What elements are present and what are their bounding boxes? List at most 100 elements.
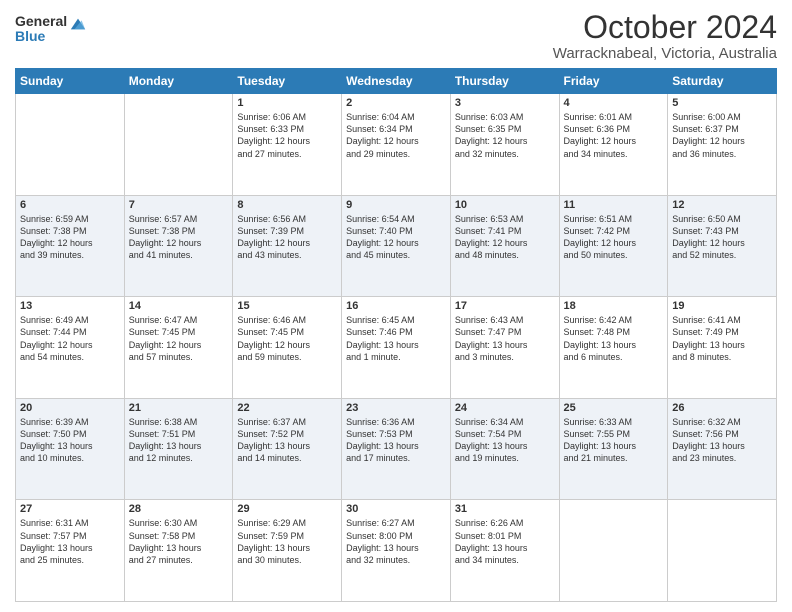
table-cell: 4Sunrise: 6:01 AM Sunset: 6:36 PM Daylig… bbox=[559, 94, 668, 196]
day-info: Sunrise: 6:38 AM Sunset: 7:51 PM Dayligh… bbox=[129, 417, 202, 463]
table-cell bbox=[16, 94, 125, 196]
calendar-table: Sunday Monday Tuesday Wednesday Thursday… bbox=[15, 68, 777, 602]
logo-icon bbox=[69, 15, 87, 33]
day-number: 18 bbox=[564, 300, 664, 312]
month-title: October 2024 bbox=[553, 10, 777, 45]
logo-blue-text: Blue bbox=[15, 29, 67, 44]
table-cell: 21 Sunrise: 6:38 AM Sunset: 7:51 PM Dayli… bbox=[124, 398, 233, 500]
day-info: Sunrise: 6:37 AM Sunset: 7:52 PM Dayligh… bbox=[237, 417, 310, 463]
day-info: Sunrise: 6:33 AM Sunset: 7:55 PM Dayligh… bbox=[564, 417, 637, 463]
day-info: Sunrise: 6:43 AM Sunset: 7:47 PM Dayligh… bbox=[455, 315, 528, 361]
table-cell: 25 Sunrise: 6:33 AM Sunset: 7:55 PM Dayli… bbox=[559, 398, 668, 500]
day-number: 21 bbox=[129, 402, 229, 414]
table-cell: 20Sunrise: 6:39 AM Sunset: 7:50 PM Dayli… bbox=[16, 398, 125, 500]
day-number: 22 bbox=[237, 402, 337, 414]
day-number: 20 bbox=[20, 402, 120, 414]
day-number: 24 bbox=[455, 402, 555, 414]
day-info: Sunrise: 6:31 AM Sunset: 7:57 PM Dayligh… bbox=[20, 518, 93, 564]
logo-general-text: General bbox=[15, 14, 67, 29]
day-number: 31 bbox=[455, 503, 555, 515]
table-cell bbox=[668, 500, 777, 602]
day-number: 11 bbox=[564, 199, 664, 211]
title-section: October 2024 Warracknabeal, Victoria, Au… bbox=[553, 10, 777, 62]
day-info: Sunrise: 6:03 AM Sunset: 6:35 PM Dayligh… bbox=[455, 112, 528, 158]
day-number: 23 bbox=[346, 402, 446, 414]
day-number: 1 bbox=[237, 97, 337, 109]
table-cell: 10Sunrise: 6:53 AM Sunset: 7:41 PM Dayli… bbox=[450, 195, 559, 297]
calendar-page: General Blue October 2024 Warracknabeal,… bbox=[0, 0, 792, 612]
table-cell: 19 Sunrise: 6:41 AM Sunset: 7:49 PM Dayli… bbox=[668, 297, 777, 399]
calendar-week-row: 13 Sunrise: 6:49 AM Sunset: 7:44 PM Dayli… bbox=[16, 297, 777, 399]
header-monday: Monday bbox=[124, 69, 233, 94]
table-cell: 31 Sunrise: 6:26 AM Sunset: 8:01 PM Dayli… bbox=[450, 500, 559, 602]
day-number: 19 bbox=[672, 300, 772, 312]
table-cell: 27 Sunrise: 6:31 AM Sunset: 7:57 PM Dayli… bbox=[16, 500, 125, 602]
day-number: 3 bbox=[455, 97, 555, 109]
header-thursday: Thursday bbox=[450, 69, 559, 94]
day-info: Sunrise: 6:41 AM Sunset: 7:49 PM Dayligh… bbox=[672, 315, 745, 361]
day-number: 30 bbox=[346, 503, 446, 515]
day-number: 14 bbox=[129, 300, 229, 312]
day-info: Sunrise: 6:06 AM Sunset: 6:33 PM Dayligh… bbox=[237, 112, 310, 158]
table-cell: 9Sunrise: 6:54 AM Sunset: 7:40 PM Daylig… bbox=[342, 195, 451, 297]
day-info: Sunrise: 6:04 AM Sunset: 6:34 PM Dayligh… bbox=[346, 112, 419, 158]
table-cell: 24Sunrise: 6:34 AM Sunset: 7:54 PM Dayli… bbox=[450, 398, 559, 500]
day-info: Sunrise: 6:30 AM Sunset: 7:58 PM Dayligh… bbox=[129, 518, 202, 564]
day-number: 2 bbox=[346, 97, 446, 109]
day-number: 25 bbox=[564, 402, 664, 414]
day-number: 6 bbox=[20, 199, 120, 211]
table-cell bbox=[124, 94, 233, 196]
weekday-header-row: Sunday Monday Tuesday Wednesday Thursday… bbox=[16, 69, 777, 94]
day-number: 9 bbox=[346, 199, 446, 211]
calendar-week-row: 6 Sunrise: 6:59 AM Sunset: 7:38 PM Daylig… bbox=[16, 195, 777, 297]
day-info: Sunrise: 6:51 AM Sunset: 7:42 PM Dayligh… bbox=[564, 214, 637, 260]
day-number: 5 bbox=[672, 97, 772, 109]
table-cell: 1 Sunrise: 6:06 AM Sunset: 6:33 PM Daylig… bbox=[233, 94, 342, 196]
day-number: 26 bbox=[672, 402, 772, 414]
day-info: Sunrise: 6:26 AM Sunset: 8:01 PM Dayligh… bbox=[455, 518, 528, 564]
table-cell: 14Sunrise: 6:47 AM Sunset: 7:45 PM Dayli… bbox=[124, 297, 233, 399]
header-wednesday: Wednesday bbox=[342, 69, 451, 94]
table-cell: 23Sunrise: 6:36 AM Sunset: 7:53 PM Dayli… bbox=[342, 398, 451, 500]
header-tuesday: Tuesday bbox=[233, 69, 342, 94]
day-number: 8 bbox=[237, 199, 337, 211]
day-info: Sunrise: 6:53 AM Sunset: 7:41 PM Dayligh… bbox=[455, 214, 528, 260]
table-cell: 30 Sunrise: 6:27 AM Sunset: 8:00 PM Dayli… bbox=[342, 500, 451, 602]
table-cell: 26 Sunrise: 6:32 AM Sunset: 7:56 PM Dayli… bbox=[668, 398, 777, 500]
day-number: 29 bbox=[237, 503, 337, 515]
day-number: 27 bbox=[20, 503, 120, 515]
table-cell: 6 Sunrise: 6:59 AM Sunset: 7:38 PM Daylig… bbox=[16, 195, 125, 297]
calendar-week-row: 20Sunrise: 6:39 AM Sunset: 7:50 PM Dayli… bbox=[16, 398, 777, 500]
table-cell: 16Sunrise: 6:45 AM Sunset: 7:46 PM Dayli… bbox=[342, 297, 451, 399]
table-cell: 11 Sunrise: 6:51 AM Sunset: 7:42 PM Dayli… bbox=[559, 195, 668, 297]
header-friday: Friday bbox=[559, 69, 668, 94]
day-number: 4 bbox=[564, 97, 664, 109]
table-cell: 7Sunrise: 6:57 AM Sunset: 7:38 PM Daylig… bbox=[124, 195, 233, 297]
day-info: Sunrise: 6:45 AM Sunset: 7:46 PM Dayligh… bbox=[346, 315, 419, 361]
header: General Blue October 2024 Warracknabeal,… bbox=[15, 10, 777, 62]
location-title: Warracknabeal, Victoria, Australia bbox=[553, 45, 777, 62]
table-cell: 28Sunrise: 6:30 AM Sunset: 7:58 PM Dayli… bbox=[124, 500, 233, 602]
day-info: Sunrise: 6:27 AM Sunset: 8:00 PM Dayligh… bbox=[346, 518, 419, 564]
day-info: Sunrise: 6:50 AM Sunset: 7:43 PM Dayligh… bbox=[672, 214, 745, 260]
day-info: Sunrise: 6:57 AM Sunset: 7:38 PM Dayligh… bbox=[129, 214, 202, 260]
header-saturday: Saturday bbox=[668, 69, 777, 94]
table-cell bbox=[559, 500, 668, 602]
day-info: Sunrise: 6:46 AM Sunset: 7:45 PM Dayligh… bbox=[237, 315, 310, 361]
logo: General Blue bbox=[15, 14, 87, 45]
day-info: Sunrise: 6:49 AM Sunset: 7:44 PM Dayligh… bbox=[20, 315, 93, 361]
day-number: 13 bbox=[20, 300, 120, 312]
table-cell: 3 Sunrise: 6:03 AM Sunset: 6:35 PM Daylig… bbox=[450, 94, 559, 196]
day-info: Sunrise: 6:59 AM Sunset: 7:38 PM Dayligh… bbox=[20, 214, 93, 260]
day-info: Sunrise: 6:32 AM Sunset: 7:56 PM Dayligh… bbox=[672, 417, 745, 463]
day-info: Sunrise: 6:42 AM Sunset: 7:48 PM Dayligh… bbox=[564, 315, 637, 361]
day-number: 15 bbox=[237, 300, 337, 312]
calendar-week-row: 27 Sunrise: 6:31 AM Sunset: 7:57 PM Dayli… bbox=[16, 500, 777, 602]
table-cell: 5Sunrise: 6:00 AM Sunset: 6:37 PM Daylig… bbox=[668, 94, 777, 196]
day-info: Sunrise: 6:29 AM Sunset: 7:59 PM Dayligh… bbox=[237, 518, 310, 564]
day-number: 12 bbox=[672, 199, 772, 211]
table-cell: 22 Sunrise: 6:37 AM Sunset: 7:52 PM Dayli… bbox=[233, 398, 342, 500]
header-sunday: Sunday bbox=[16, 69, 125, 94]
table-cell: 12 Sunrise: 6:50 AM Sunset: 7:43 PM Dayli… bbox=[668, 195, 777, 297]
table-cell: 17Sunrise: 6:43 AM Sunset: 7:47 PM Dayli… bbox=[450, 297, 559, 399]
